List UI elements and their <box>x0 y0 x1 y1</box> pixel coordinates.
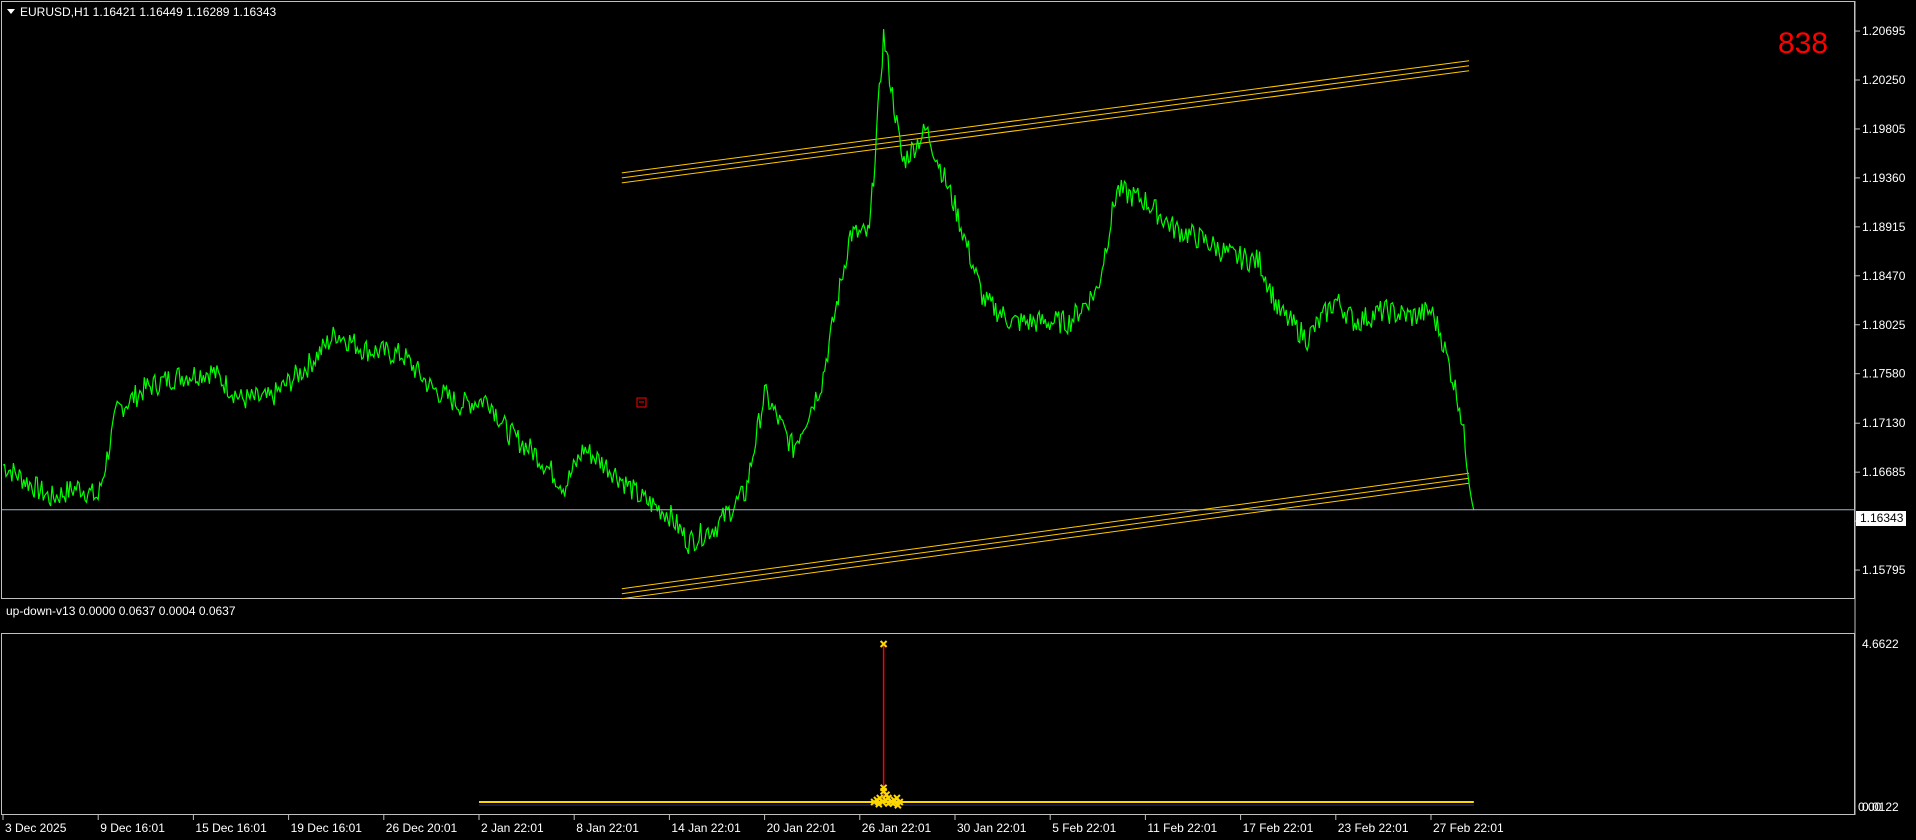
x-tick-label: 20 Jan 22:01 <box>767 821 837 835</box>
x-tick-label: 19 Dec 16:01 <box>291 821 363 835</box>
y-tick-label: 1.17130 <box>1862 416 1906 430</box>
x-tick-label: 11 Feb 22:01 <box>1147 821 1217 835</box>
x-tick-label: 27 Feb 22:01 <box>1433 821 1504 835</box>
y-tick-label: 1.20250 <box>1862 73 1906 87</box>
x-tick-label: 15 Dec 16:01 <box>195 821 267 835</box>
y-tick-label: 1.20695 <box>1862 24 1906 38</box>
current-price-label: 1.16343 <box>1860 511 1904 525</box>
bar-counter: 838 <box>1778 27 1828 60</box>
indicator-y-tick-label: 4.6622 <box>1862 637 1899 651</box>
indicator-panel-frame <box>1 633 1855 815</box>
indicator-header: up-down-v13 0.0000 0.0637 0.0004 0.0637 <box>6 604 236 618</box>
x-tick-label: 8 Jan 22:01 <box>576 821 639 835</box>
x-tick-label: 3 Dec 2025 <box>5 821 67 835</box>
main-panel-frame <box>1 1 1855 599</box>
x-tick-label: 5 Feb 22:01 <box>1052 821 1116 835</box>
x-tick-label: 17 Feb 22:01 <box>1243 821 1314 835</box>
x-tick-label: 26 Jan 22:01 <box>862 821 932 835</box>
y-tick-label: 1.18025 <box>1862 318 1906 332</box>
y-tick-label: 1.18915 <box>1862 220 1906 234</box>
x-tick-label: 14 Jan 22:01 <box>671 821 741 835</box>
indicator-y-tick-label: 0.0122 <box>1862 800 1899 814</box>
y-tick-label: 1.19360 <box>1862 171 1906 185</box>
y-tick-label: 1.16685 <box>1862 465 1906 479</box>
y-tick-label: 1.18470 <box>1862 269 1906 283</box>
symbol-header: EURUSD,H1 1.16421 1.16449 1.16289 1.1634… <box>20 5 277 19</box>
x-tick-label: 26 Dec 20:01 <box>386 821 458 835</box>
x-tick-label: 9 Dec 16:01 <box>100 821 165 835</box>
y-tick-label: 1.15795 <box>1862 563 1906 577</box>
x-tick-label: 30 Jan 22:01 <box>957 821 1027 835</box>
y-tick-label: 1.19805 <box>1862 122 1906 136</box>
y-tick-label: 1.17580 <box>1862 367 1906 381</box>
chart-canvas[interactable]: 1.20695 1.20250 1.19805 1.19360 1.18915 1.184… <box>0 0 1916 840</box>
x-tick-label: 23 Feb 22:01 <box>1338 821 1409 835</box>
x-tick-label: 2 Jan 22:01 <box>481 821 544 835</box>
